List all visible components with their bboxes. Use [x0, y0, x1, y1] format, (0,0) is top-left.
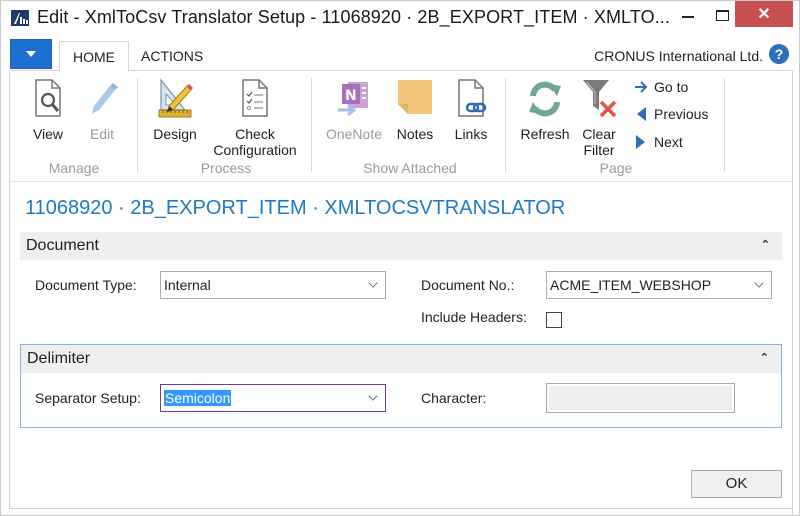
refresh-label: Refresh — [520, 126, 570, 142]
previous-label: Previous — [654, 106, 709, 122]
chevron-down-icon — [368, 278, 378, 288]
notes-label: Notes — [396, 126, 434, 142]
help-icon[interactable]: ? — [769, 44, 789, 64]
ribbon-tab-bar: HOME ACTIONS CRONUS International Ltd. ? — [10, 39, 793, 72]
view-label: View — [32, 126, 64, 142]
tab-actions[interactable]: ACTIONS — [141, 41, 221, 72]
check-configuration-button[interactable]: Check Configuration — [204, 76, 306, 158]
refresh-icon — [525, 76, 565, 120]
delimiter-fasttab: Delimiter ⌃ Separator Setup: Semicolon C… — [20, 344, 782, 428]
previous-button[interactable]: Previous — [634, 106, 708, 122]
clear-filter-label-line1: Clear — [582, 126, 616, 142]
check-label-line1: Check — [235, 126, 275, 142]
go-to-label: Go to — [654, 79, 689, 95]
design-button[interactable]: Design — [148, 76, 202, 142]
document-no-label: Document No.: — [421, 277, 515, 293]
note-icon — [395, 76, 435, 120]
group-label-page: Page — [599, 160, 633, 176]
clear-filter-label-line2: Filter — [583, 142, 615, 158]
go-to-button[interactable]: Go to — [634, 79, 688, 95]
triangle-right-icon — [634, 135, 648, 149]
document-fasttab: Document ⌃ Document Type: Internal Docum… — [20, 232, 782, 340]
minimize-icon — [682, 16, 694, 18]
delimiter-fasttab-header[interactable]: Delimiter ⌃ — [21, 345, 781, 373]
include-headers-label: Include Headers: — [421, 309, 527, 325]
onenote-label: OneNote — [325, 126, 383, 142]
links-label: Links — [454, 126, 488, 142]
delimiter-fasttab-title: Delimiter — [27, 350, 91, 367]
view-button[interactable]: View — [24, 76, 72, 142]
design-label: Design — [153, 126, 197, 142]
edit-button[interactable]: Edit — [80, 76, 124, 142]
document-type-select[interactable]: Internal — [160, 271, 386, 299]
next-label: Next — [654, 134, 683, 150]
maximize-icon — [715, 9, 729, 21]
ribbon-separator — [311, 78, 312, 172]
tab-home[interactable]: HOME — [59, 41, 129, 72]
dialog-window: Edit - XmlToCsv Translator Setup - 11068… — [0, 0, 800, 516]
page-title: 11068920 · 2B_EXPORT_ITEM · XMLTOCSVTRAN… — [25, 197, 566, 219]
close-button[interactable]: ✕ — [735, 1, 793, 27]
checklist-icon — [235, 76, 275, 120]
title-bar: Edit - XmlToCsv Translator Setup - 11068… — [1, 1, 799, 35]
chevron-down-icon — [368, 391, 378, 401]
ok-button[interactable]: OK — [691, 470, 782, 498]
clear-filter-icon — [579, 76, 619, 120]
document-fasttab-header[interactable]: Document ⌃ — [20, 232, 782, 260]
chevron-up-icon[interactable]: ⌃ — [760, 351, 769, 364]
notes-button[interactable]: Notes — [391, 76, 439, 142]
arrow-right-icon — [634, 81, 648, 93]
onenote-button[interactable]: N OneNote — [322, 76, 386, 142]
group-label-manage: Manage — [48, 160, 100, 176]
pencil-icon — [82, 76, 122, 120]
design-ruler-pencil-icon — [155, 76, 195, 120]
close-icon: ✕ — [757, 6, 771, 23]
refresh-button[interactable]: Refresh — [516, 76, 574, 142]
links-button[interactable]: Links — [448, 76, 494, 142]
check-label-line2: Configuration — [213, 142, 297, 158]
ribbon-separator — [724, 78, 725, 172]
content-border-bottom — [10, 508, 793, 509]
content-border-left — [9, 71, 10, 509]
group-label-process: Process — [200, 160, 252, 176]
character-value — [549, 386, 732, 410]
ribbon-separator — [505, 78, 506, 172]
separator-setup-value: Semicolon — [164, 390, 232, 406]
document-no-select[interactable]: ACME_ITEM_WEBSHOP — [546, 271, 772, 299]
maximize-button[interactable] — [707, 1, 737, 29]
onenote-icon: N — [334, 76, 374, 120]
triangle-left-icon — [634, 107, 648, 121]
group-label-show-attached: Show Attached — [363, 160, 457, 176]
application-menu-button[interactable] — [10, 39, 52, 69]
ribbon-separator — [137, 78, 138, 172]
chevron-down-icon — [26, 51, 36, 57]
document-no-value: ACME_ITEM_WEBSHOP — [550, 277, 712, 293]
company-name: CRONUS International Ltd. — [594, 48, 763, 64]
character-label: Character: — [421, 390, 487, 406]
document-fasttab-title: Document — [26, 237, 99, 254]
link-document-icon — [451, 76, 491, 120]
next-button[interactable]: Next — [634, 134, 683, 150]
edit-label: Edit — [89, 126, 115, 142]
dynamics-nav-logo-icon — [11, 10, 29, 26]
chevron-up-icon[interactable]: ⌃ — [761, 238, 770, 251]
svg-text:N: N — [345, 88, 357, 104]
view-document-icon — [28, 76, 68, 120]
character-input[interactable] — [546, 383, 735, 413]
window-title: Edit - XmlToCsv Translator Setup - 11068… — [37, 7, 671, 27]
clear-filter-button[interactable]: Clear Filter — [576, 76, 622, 158]
content-border-right — [792, 71, 793, 516]
document-type-value: Internal — [164, 277, 211, 293]
separator-setup-select[interactable]: Semicolon — [160, 384, 386, 412]
minimize-button[interactable] — [673, 1, 703, 29]
separator-setup-label: Separator Setup: — [35, 390, 141, 406]
ribbon: View Edit Manage Design Check Configurat… — [10, 72, 793, 182]
include-headers-checkbox[interactable] — [546, 312, 562, 328]
chevron-down-icon — [754, 278, 764, 288]
document-type-label: Document Type: — [35, 277, 137, 293]
